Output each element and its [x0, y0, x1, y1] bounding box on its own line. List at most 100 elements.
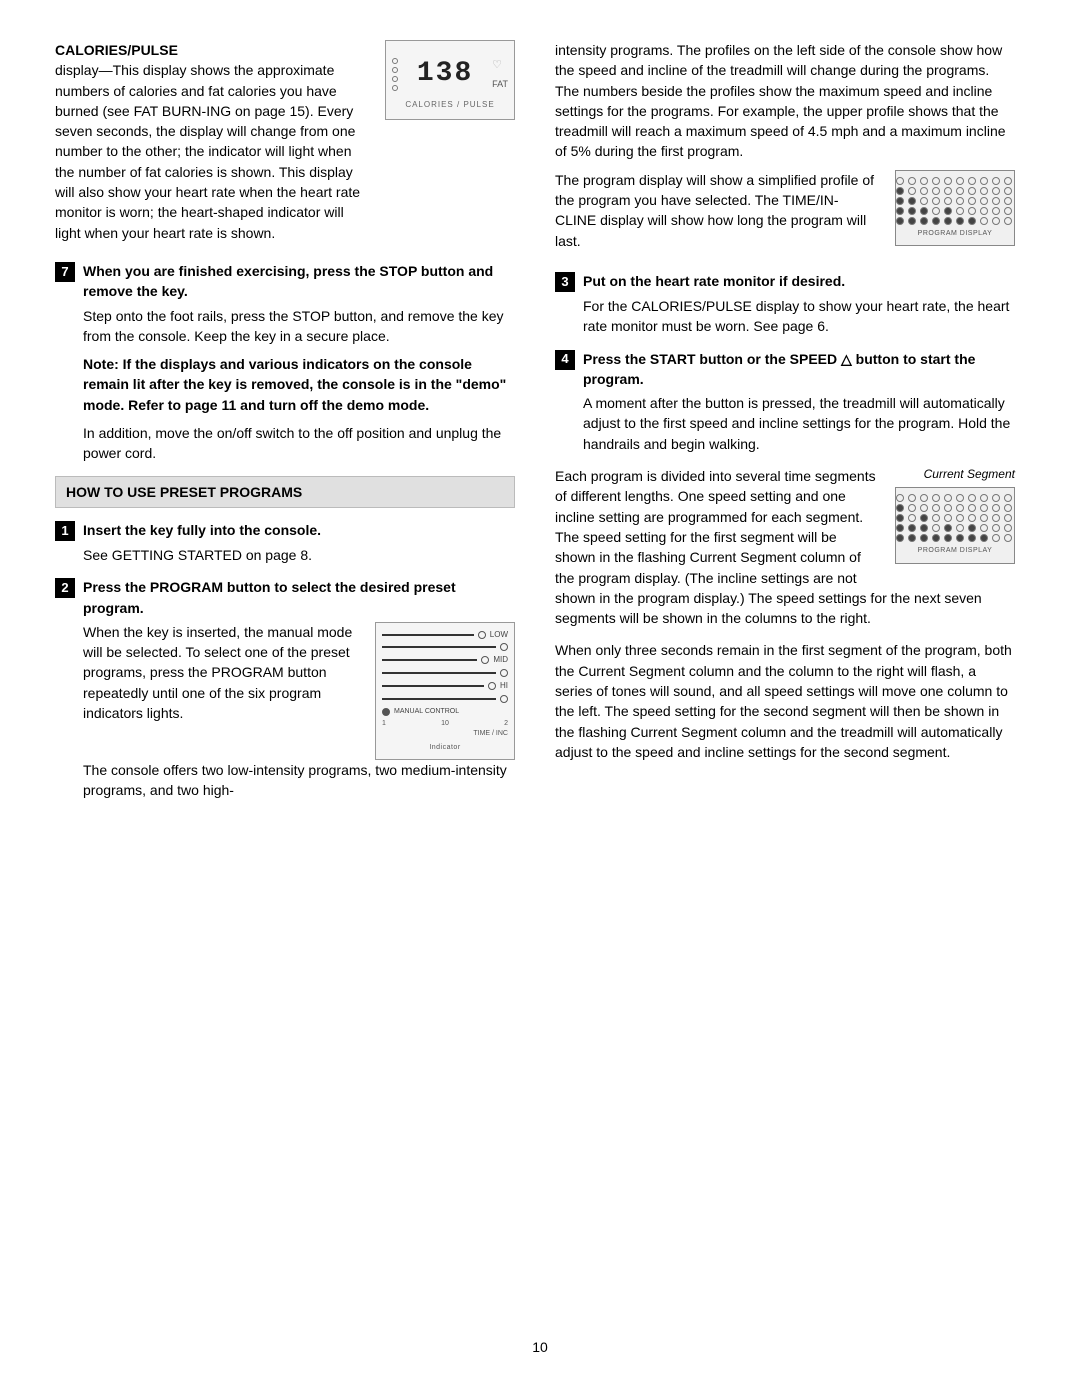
pd	[1004, 217, 1012, 225]
pd	[968, 177, 976, 185]
pd	[920, 187, 928, 195]
pd	[956, 187, 964, 195]
ind-circle-4	[500, 669, 508, 677]
step-4-header: 4 Press the START button or the SPEED △ …	[555, 349, 1015, 390]
step-7-block: 7 When you are finished exercising, pres…	[55, 261, 515, 464]
two-column-layout: CALORIES/PULSE display—This display show…	[55, 40, 1025, 1317]
step-7-body: Step onto the foot rails, press the STOP…	[83, 306, 515, 464]
ind-circle-2	[500, 643, 508, 651]
prog-grid-2	[902, 494, 1008, 542]
step-1-block: 1 Insert the key fully into the console.…	[55, 520, 515, 565]
pd	[908, 217, 916, 225]
pd	[1004, 514, 1012, 522]
step-4-block: 4 Press the START button or the SPEED △ …	[555, 349, 1015, 454]
pd	[968, 217, 976, 225]
dot	[392, 58, 398, 64]
pd	[956, 207, 964, 215]
ind-label-manual: MANUAL CONTROL	[394, 707, 459, 717]
ind-row-hi: HI	[382, 680, 508, 692]
calories-display-label: CALORIES / PULSE	[405, 99, 494, 111]
pd	[944, 217, 952, 225]
pd	[1004, 534, 1012, 542]
ind-circle-hi	[488, 682, 496, 690]
pd	[980, 177, 988, 185]
pd	[896, 207, 904, 215]
pd	[1004, 494, 1012, 502]
flash-para: When only three seconds remain in the fi…	[555, 640, 1015, 762]
page: CALORIES/PULSE display—This display show…	[0, 0, 1080, 1397]
pd	[932, 504, 940, 512]
ind-row-mid: MID	[382, 654, 508, 666]
pd	[968, 524, 976, 532]
program-display-float: Current Segment	[895, 466, 1015, 564]
prog-display-label-1: PROGRAM DISPLAY	[902, 229, 1008, 239]
ind-circle-6	[500, 695, 508, 703]
heart-icon: ♡	[492, 58, 502, 74]
ind-line-6	[382, 698, 496, 700]
step-7-number: 7	[55, 262, 75, 282]
ind-indicator-label: Indicator	[429, 744, 460, 751]
step-7-body1: Step onto the foot rails, press the STOP…	[83, 306, 515, 347]
pd	[980, 524, 988, 532]
step-3-body: For the CALORIES/PULSE display to show y…	[583, 296, 1015, 337]
ind-label-low: LOW	[490, 629, 508, 641]
pd	[920, 177, 928, 185]
step-2-body1: When the key is inserted, the manual mod…	[83, 622, 363, 723]
pd	[992, 524, 1000, 532]
display-inner: 138 ♡ FAT	[392, 54, 508, 95]
ind-time-inc-label: TIME / INC	[473, 729, 508, 739]
pd	[896, 197, 904, 205]
display-number: 138	[402, 54, 488, 95]
pd	[896, 514, 904, 522]
segments-section: Current Segment	[555, 466, 1015, 628]
dot	[392, 76, 398, 82]
calories-pulse-section: CALORIES/PULSE display—This display show…	[55, 40, 515, 251]
pd	[896, 534, 904, 542]
pd	[932, 177, 940, 185]
fat-label: FAT	[492, 78, 508, 91]
pd	[920, 197, 928, 205]
pd	[1004, 187, 1012, 195]
pd	[992, 494, 1000, 502]
pd	[980, 534, 988, 542]
pd	[920, 217, 928, 225]
current-segment-label: Current Segment	[895, 466, 1015, 483]
step-2-number: 2	[55, 578, 75, 598]
pd	[968, 207, 976, 215]
pd	[956, 177, 964, 185]
pd	[896, 504, 904, 512]
pd	[944, 177, 952, 185]
pd	[908, 524, 916, 532]
step-4-number: 4	[555, 350, 575, 370]
step-7-note: Note: If the displays and various indica…	[83, 354, 515, 415]
step-2-title: Press the PROGRAM button to select the d…	[83, 577, 515, 618]
prog-grid-1	[902, 177, 1008, 225]
ind-circle-mid	[481, 656, 489, 664]
ind-time-1: 1	[382, 719, 386, 729]
pd	[980, 197, 988, 205]
pd	[956, 494, 964, 502]
pd	[920, 514, 928, 522]
pd	[932, 494, 940, 502]
program-display-widget-2: PROGRAM DISPLAY	[895, 487, 1015, 563]
pd	[1004, 524, 1012, 532]
ind-circle-manual	[382, 708, 390, 716]
pd	[1004, 177, 1012, 185]
pd	[896, 217, 904, 225]
pd	[992, 217, 1000, 225]
ind-time-10: 10	[441, 719, 449, 729]
pd	[956, 524, 964, 532]
calories-para: display—This display shows the approxima…	[55, 62, 360, 240]
pd	[1004, 207, 1012, 215]
ind-line-2	[382, 646, 496, 648]
pd	[980, 217, 988, 225]
calories-display-widget: 138 ♡ FAT CALORIES / PULSE	[385, 40, 515, 120]
pd	[980, 504, 988, 512]
pd	[980, 494, 988, 502]
pd	[956, 504, 964, 512]
pd	[896, 187, 904, 195]
pd	[992, 177, 1000, 185]
pd	[968, 504, 976, 512]
step-1-header: 1 Insert the key fully into the console.	[55, 520, 515, 541]
step-1-para: See GETTING STARTED on page 8.	[83, 545, 515, 565]
